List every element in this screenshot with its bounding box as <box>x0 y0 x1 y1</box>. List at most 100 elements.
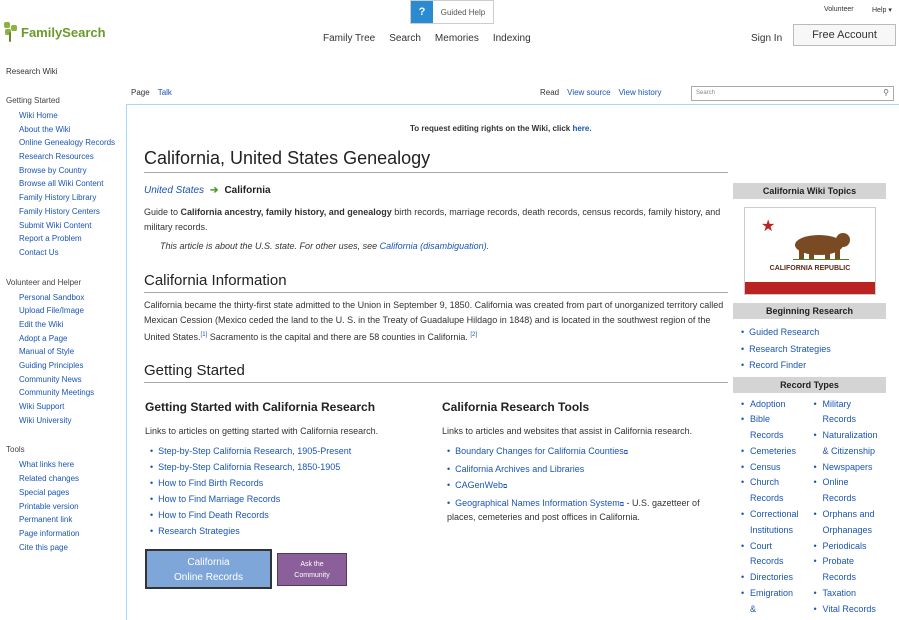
wiki-search-input[interactable]: Search ⚲ <box>691 86 894 101</box>
sidebar-item-upload-file-image[interactable]: Upload File/Image <box>19 306 127 316</box>
sidebar-item-cite-this-page[interactable]: Cite this page <box>19 543 127 553</box>
sidebar-item-online-genealogy-records[interactable]: Online Genealogy Records <box>19 138 127 148</box>
record-type-church[interactable]: Records <box>750 491 784 507</box>
link-how-to-find-birth-records[interactable]: How to Find Birth Records <box>158 478 263 488</box>
sidebar-item-what-links-here[interactable]: What links here <box>19 460 127 470</box>
research-tools-links: • Boundary Changes for California Countie… <box>447 446 727 528</box>
nav-search[interactable]: Search <box>389 33 421 44</box>
link-research-strategies[interactable]: Research Strategies <box>749 344 831 354</box>
tab-view-source[interactable]: View source <box>567 88 610 97</box>
record-type-taxation[interactable]: Taxation <box>823 586 857 602</box>
record-type-probate[interactable]: Records <box>823 570 857 586</box>
help-menu[interactable]: Help ▾ <box>872 6 892 14</box>
record-type-naturalization[interactable]: Naturalization <box>823 428 878 444</box>
record-type-newspapers[interactable]: Newspapers <box>823 460 873 476</box>
link-guided-research[interactable]: Guided Research <box>749 327 819 337</box>
sidebar-item-research-resources[interactable]: Research Resources <box>19 152 127 162</box>
link-boundary-changes-for-california-counties[interactable]: Boundary Changes for California Counties <box>455 446 624 456</box>
tab-read[interactable]: Read <box>540 88 559 97</box>
sidebar-item-page-information[interactable]: Page information <box>19 529 127 539</box>
link-california-archives-and-libraries[interactable]: California Archives and Libraries <box>455 464 584 474</box>
sidebar-item-edit-the-wiki[interactable]: Edit the Wiki <box>19 320 127 330</box>
sidebar-item-guiding-principles[interactable]: Guiding Principles <box>19 361 127 371</box>
record-type-military[interactable]: Military <box>823 397 852 413</box>
record-types-grid: • Adoption • Bible Records • Cemeteries • Census… <box>733 393 886 618</box>
record-type-church[interactable]: Church <box>750 475 779 491</box>
ask-the-community-button[interactable]: Ask the Community <box>277 553 347 586</box>
sidebar-item-wiki-university[interactable]: Wiki University <box>19 416 127 426</box>
record-type-vital-records[interactable]: Vital Records <box>823 602 876 618</box>
california-topics-infobox: California Wiki Topics ★ CALIFORNIA REPU… <box>733 183 886 618</box>
record-type-court[interactable]: Court <box>750 539 772 555</box>
sidebar-item-manual-of-style[interactable]: Manual of Style <box>19 347 127 357</box>
familysearch-logo[interactable]: FamilySearch <box>2 22 106 42</box>
bullet: • <box>741 343 745 354</box>
notice-here-link[interactable]: here. <box>572 124 591 133</box>
record-type-military[interactable]: Records <box>823 412 857 428</box>
record-type-naturalization[interactable]: & Citizenship <box>823 444 876 460</box>
sidebar-item-special-pages[interactable]: Special pages <box>19 488 127 498</box>
sidebar-item-community-meetings[interactable]: Community Meetings <box>19 388 127 398</box>
sidebar-item-wiki-home[interactable]: Wiki Home <box>19 111 127 121</box>
breadcrumb-united-states[interactable]: United States <box>144 185 204 196</box>
link-record-finder[interactable]: Record Finder <box>749 360 806 370</box>
tab-talk[interactable]: Talk <box>158 88 172 97</box>
nav-memories[interactable]: Memories <box>435 33 479 44</box>
sidebar-item-family-history-centers[interactable]: Family History Centers <box>19 207 127 217</box>
sidebar-item-wiki-support[interactable]: Wiki Support <box>19 402 127 412</box>
sidebar-item-browse-all-wiki-content[interactable]: Browse all Wiki Content <box>19 179 127 189</box>
sidebar-item-adopt-a-page[interactable]: Adopt a Page <box>19 334 127 344</box>
record-type-cemeteries[interactable]: Cemeteries <box>750 444 796 460</box>
record-type-correctional[interactable]: Correctional <box>750 507 799 523</box>
sidebar-item-community-news[interactable]: Community News <box>19 375 127 385</box>
link-how-to-find-marriage-records[interactable]: How to Find Marriage Records <box>158 494 280 504</box>
record-type-bible[interactable]: Records <box>750 428 784 444</box>
record-type-line: • Taxation <box>814 586 887 602</box>
record-type-online[interactable]: Records <box>823 491 857 507</box>
sign-in-link[interactable]: Sign In <box>751 33 782 44</box>
link-research-strategies[interactable]: Research Strategies <box>158 526 240 536</box>
sidebar-item-browse-by-country[interactable]: Browse by Country <box>19 166 127 176</box>
link-how-to-find-death-records[interactable]: How to Find Death Records <box>158 510 269 520</box>
nav-family-tree[interactable]: Family Tree <box>323 33 375 44</box>
record-type-emigration[interactable]: Emigration <box>750 586 793 602</box>
record-type-orphans-and[interactable]: Orphans and <box>823 507 875 523</box>
sidebar-item-report-a-problem[interactable]: Report a Problem <box>19 234 127 244</box>
sidebar-item-personal-sandbox[interactable]: Personal Sandbox <box>19 293 127 303</box>
tab-page[interactable]: Page <box>131 88 150 97</box>
record-type-online[interactable]: Online <box>823 475 849 491</box>
guided-help-button[interactable]: ? Guided Help <box>410 0 494 24</box>
tab-view-history[interactable]: View history <box>619 88 662 97</box>
record-type-court[interactable]: Records <box>750 554 784 570</box>
record-type-emigration[interactable]: & <box>750 602 756 618</box>
sidebar-item-contact-us[interactable]: Contact Us <box>19 248 127 258</box>
sidebar-item-about-the-wiki[interactable]: About the Wiki <box>19 125 127 135</box>
link-step-by-step-california-research-1905-present[interactable]: Step-by-Step California Research, 1905-P… <box>158 446 351 456</box>
link-cagenweb[interactable]: CAGenWeb <box>455 480 503 490</box>
sidebar-item-permanent-link[interactable]: Permanent link <box>19 515 127 525</box>
record-type-census[interactable]: Census <box>750 460 781 476</box>
ref-2-link[interactable]: [2] <box>470 332 477 338</box>
bullet: • <box>813 588 817 599</box>
record-type-orphans-and[interactable]: Orphanages <box>823 523 873 539</box>
free-account-button[interactable]: Free Account <box>793 24 896 46</box>
external-link-icon: ⧉ <box>623 450 629 456</box>
sidebar-item-related-changes[interactable]: Related changes <box>19 474 127 484</box>
record-type-directories[interactable]: Directories <box>750 570 793 586</box>
sidebar-item-family-history-library[interactable]: Family History Library <box>19 193 127 203</box>
record-type-adoption[interactable]: Adoption <box>750 397 786 413</box>
link-step-by-step-california-research-1850-1905[interactable]: Step-by-Step California Research, 1850-1… <box>158 462 340 472</box>
record-type-periodicals[interactable]: Periodicals <box>823 539 867 555</box>
disambiguation-link[interactable]: California (disambiguation). <box>380 241 490 251</box>
record-type-bible[interactable]: Bible <box>750 412 770 428</box>
volunteer-link[interactable]: Volunteer <box>824 6 854 13</box>
sidebar-item-printable-version[interactable]: Printable version <box>19 502 127 512</box>
link-geographical-names-information-system[interactable]: Geographical Names Information System <box>455 498 620 508</box>
search-icon[interactable]: ⚲ <box>883 88 889 97</box>
bullet: • <box>741 414 745 425</box>
record-type-probate[interactable]: Probate <box>823 554 855 570</box>
sidebar-item-submit-wiki-content[interactable]: Submit Wiki Content <box>19 221 127 231</box>
record-type-correctional[interactable]: Institutions <box>750 523 793 539</box>
nav-indexing[interactable]: Indexing <box>493 33 531 44</box>
california-online-records-button[interactable]: California Online Records <box>145 549 272 589</box>
